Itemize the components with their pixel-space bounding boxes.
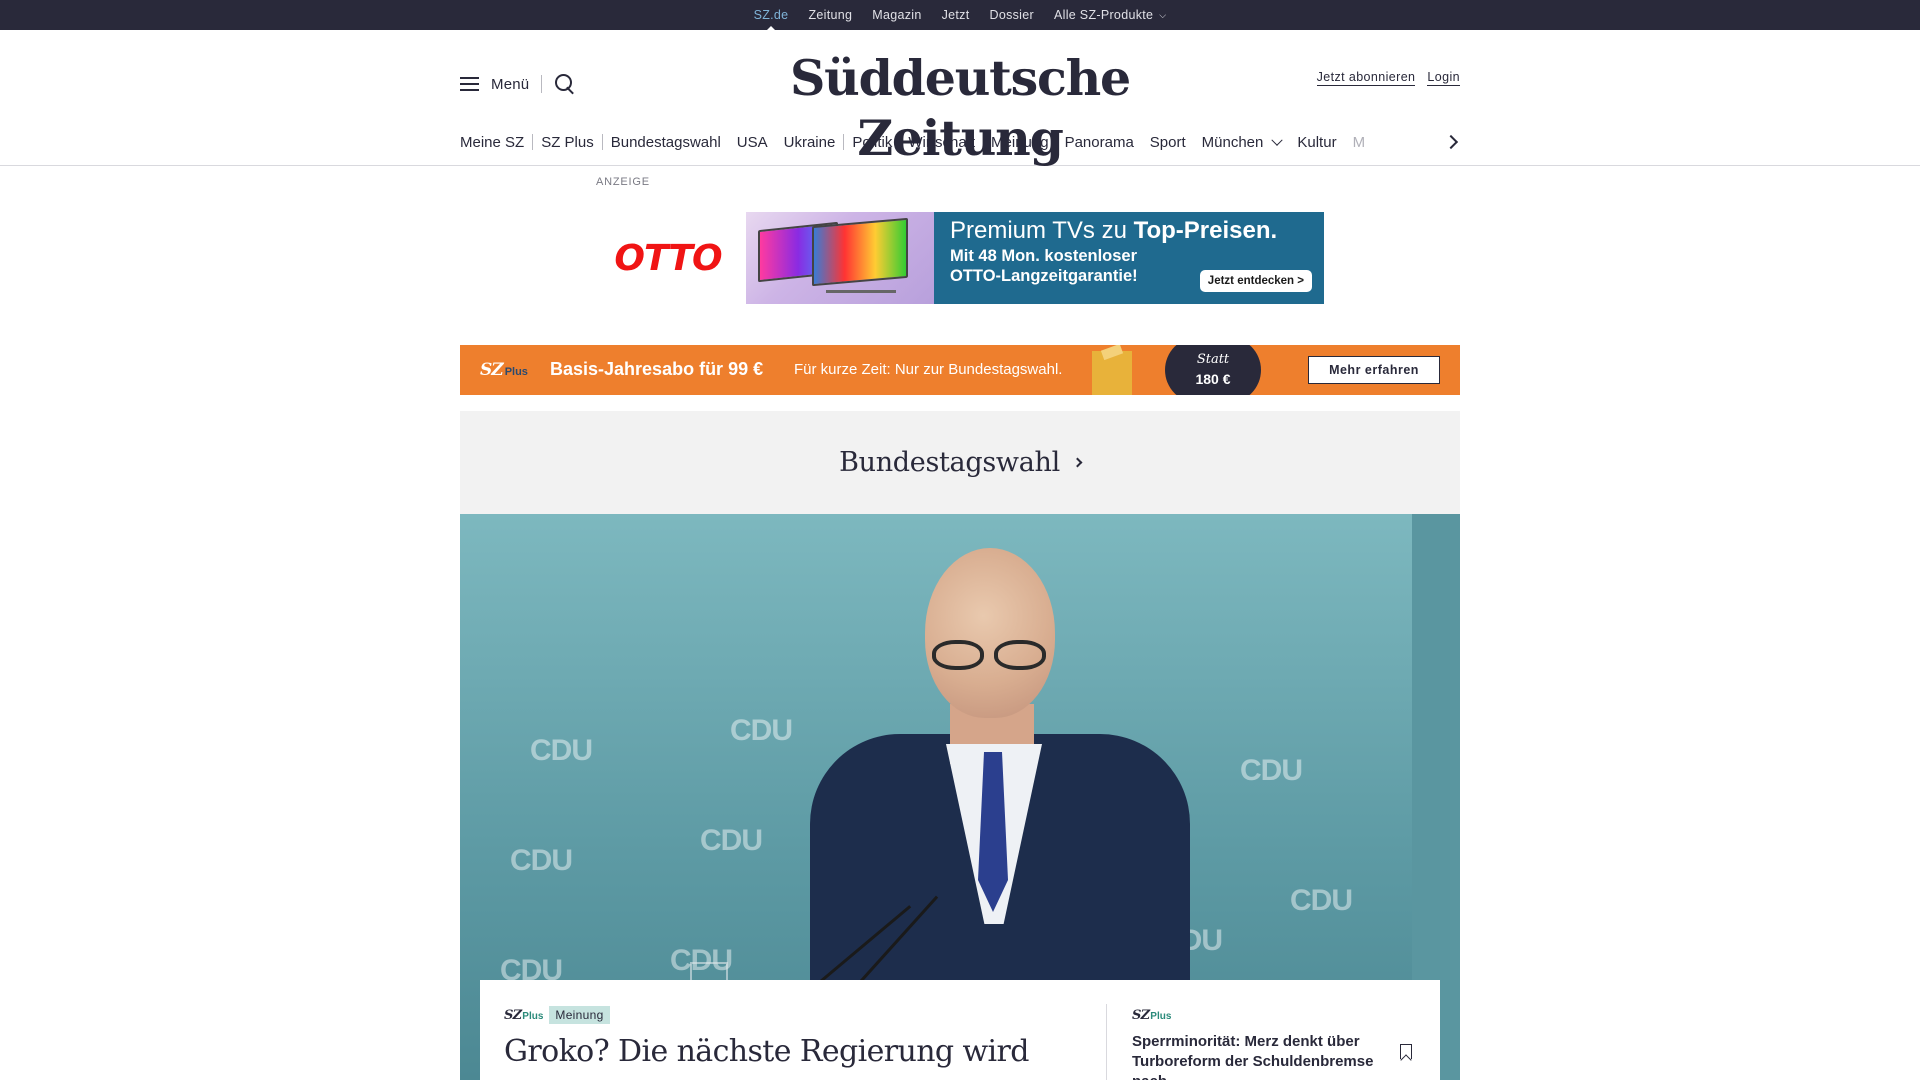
header-account-links: Jetzt abonnieren Login [1316, 70, 1460, 86]
nav-item-truncated[interactable]: M [1353, 134, 1366, 151]
category-badge: Meinung [549, 1006, 610, 1024]
nav-item-muenchen[interactable]: München [1201, 133, 1284, 151]
topbar-link-zeitung[interactable]: Zeitung [808, 8, 852, 22]
cdu-logo-watermark: CDU [510, 844, 573, 877]
ad-cta-button[interactable]: Jetzt entdecken > [1199, 270, 1312, 292]
cdu-logo-watermark: CDU [700, 824, 763, 857]
advertisement-banner[interactable]: OTTO Premium TVs zu Top-Preisen. Mit 48 … [590, 212, 1324, 304]
topbar-dropdown-products[interactable]: Alle SZ-Produkte ⌵ [1054, 8, 1166, 22]
nav-item-meine-sz[interactable]: Meine SZ [460, 134, 524, 151]
old-price-badge: Statt 180 € [1165, 345, 1261, 395]
nav-divider [601, 134, 603, 150]
nav-item-usa[interactable]: USA [737, 134, 768, 151]
chevron-right-icon [1072, 457, 1083, 468]
speaker-glasses [932, 640, 1054, 670]
sz-logo-text: SZ [480, 360, 504, 380]
nav-divider [843, 134, 845, 150]
ad-label: ANZEIGE [596, 176, 650, 188]
nav-item-wirtschaft[interactable]: Wirtschaft [908, 134, 975, 151]
topbar-link-jetzt[interactable]: Jetzt [942, 8, 970, 22]
ad-title-bold: Top-Preisen. [1133, 217, 1278, 244]
section-title: Bundestagswahl [839, 447, 1060, 478]
nav-item-meinung[interactable]: Meinung [991, 134, 1049, 151]
nav-divider [532, 134, 534, 150]
ad-title-regular: Premium TVs zu [950, 217, 1134, 244]
article-headline[interactable]: Groko? Die nächste Regierung wird [504, 1032, 1084, 1072]
side-article-headline[interactable]: Sperrminorität: Merz denkt über Turboref… [1132, 1032, 1392, 1080]
divider [1106, 1004, 1107, 1080]
main-navigation: Meine SZ SZ Plus Bundestagswahl USA Ukra… [460, 130, 1460, 154]
tv-stand [826, 290, 896, 293]
sz-plus-logo: SZPlus [480, 360, 528, 380]
speaker-head [925, 548, 1055, 718]
tv-image [812, 217, 908, 287]
topbar-link-dossier[interactable]: Dossier [990, 8, 1034, 22]
ballot-box-icon [1092, 351, 1132, 395]
cdu-logo-watermark: CDU [1240, 754, 1303, 787]
nav-item-ukraine[interactable]: Ukraine [784, 134, 836, 151]
ad-title: Premium TVs zu Top-Preisen. [950, 216, 1308, 246]
tv-product-image [746, 212, 934, 304]
top-bar-links: SZ.de Zeitung Magazin Jetzt Dossier Alle… [0, 0, 1920, 32]
lead-article[interactable]: SZPlus Meinung Groko? Die nächste Regier… [504, 1006, 1084, 1072]
subscribe-link[interactable]: Jetzt abonnieren [1316, 70, 1416, 86]
nav-item-politik[interactable]: Politik [852, 134, 892, 151]
promo-title: Basis-Jahresabo für 99 € [550, 359, 764, 379]
topbar-dropdown-label: Alle SZ-Produkte [1053, 8, 1154, 22]
site-header: Menü Süddeutsche Zeitung Jetzt abonniere… [0, 30, 1920, 167]
cdu-logo-watermark: CDU [1290, 884, 1353, 917]
plus-logo-text: Plus [1150, 1011, 1172, 1022]
site-logo[interactable]: Süddeutsche Zeitung [720, 48, 1200, 167]
section-header-link[interactable]: Bundestagswahl [460, 411, 1460, 514]
divider [541, 75, 543, 93]
sz-plus-logo: SZPlus [1132, 1008, 1171, 1023]
ad-subtitle-line1: Mit 48 Mon. kostenloser [950, 247, 1138, 265]
nav-item-sz-plus[interactable]: SZ Plus [541, 134, 594, 151]
nav-item-bundestagswahl[interactable]: Bundestagswahl [611, 134, 721, 151]
menu-button[interactable]: Menü [460, 72, 576, 96]
nav-item-sport[interactable]: Sport [1150, 134, 1186, 151]
old-price-label: Statt [1196, 352, 1230, 367]
hamburger-icon [460, 77, 479, 91]
chevron-down-icon: ⌵ [1159, 10, 1167, 20]
lead-article-card: SZPlus Meinung Groko? Die nächste Regier… [480, 980, 1440, 1080]
nav-item-muenchen-label: München [1201, 133, 1264, 151]
ad-text-panel: Premium TVs zu Top-Preisen. Mit 48 Mon. … [934, 212, 1324, 304]
promo-subtitle: Für kurze Zeit: Nur zur Bundestagswahl. [794, 361, 1063, 378]
login-link[interactable]: Login [1427, 70, 1460, 86]
sz-plus-promo-banner[interactable]: SZ Plus Basis-Jahresabo für 99 € Für kurz… [460, 345, 1460, 395]
plus-logo-text: Plus [522, 1010, 544, 1022]
sz-logo-text: SZ [1132, 1008, 1150, 1023]
cdu-logo-watermark: CDU [730, 714, 793, 747]
learn-more-button[interactable]: Mehr erfahren [1308, 356, 1440, 384]
sz-logo-text: SZ [504, 1007, 522, 1023]
cdu-logo-watermark: CDU [530, 734, 593, 767]
nav-item-kultur[interactable]: Kultur [1297, 134, 1336, 151]
side-article[interactable]: SZPlus Sperrminorität: Merz denkt über T… [1132, 1006, 1392, 1080]
menu-label: Menü [491, 75, 530, 93]
chevron-down-icon [1271, 134, 1284, 146]
topbar-link-sz-de[interactable]: SZ.de [754, 8, 789, 32]
nav-item-panorama[interactable]: Panorama [1065, 134, 1134, 151]
search-icon[interactable] [554, 73, 576, 95]
topbar-link-magazin[interactable]: Magazin [872, 8, 921, 22]
old-price-value: 180 € [1195, 371, 1231, 387]
top-bar: SZ.de Zeitung Magazin Jetzt Dossier Alle… [0, 0, 1920, 32]
article-tags: SZPlus Meinung [504, 1006, 1084, 1024]
plus-logo-text: Plus [504, 366, 528, 378]
bookmark-icon[interactable] [1400, 1044, 1412, 1059]
otto-logo: OTTO [590, 212, 746, 304]
chevron-right-icon[interactable] [1446, 130, 1460, 154]
sz-plus-logo: SZPlus [504, 1008, 543, 1023]
